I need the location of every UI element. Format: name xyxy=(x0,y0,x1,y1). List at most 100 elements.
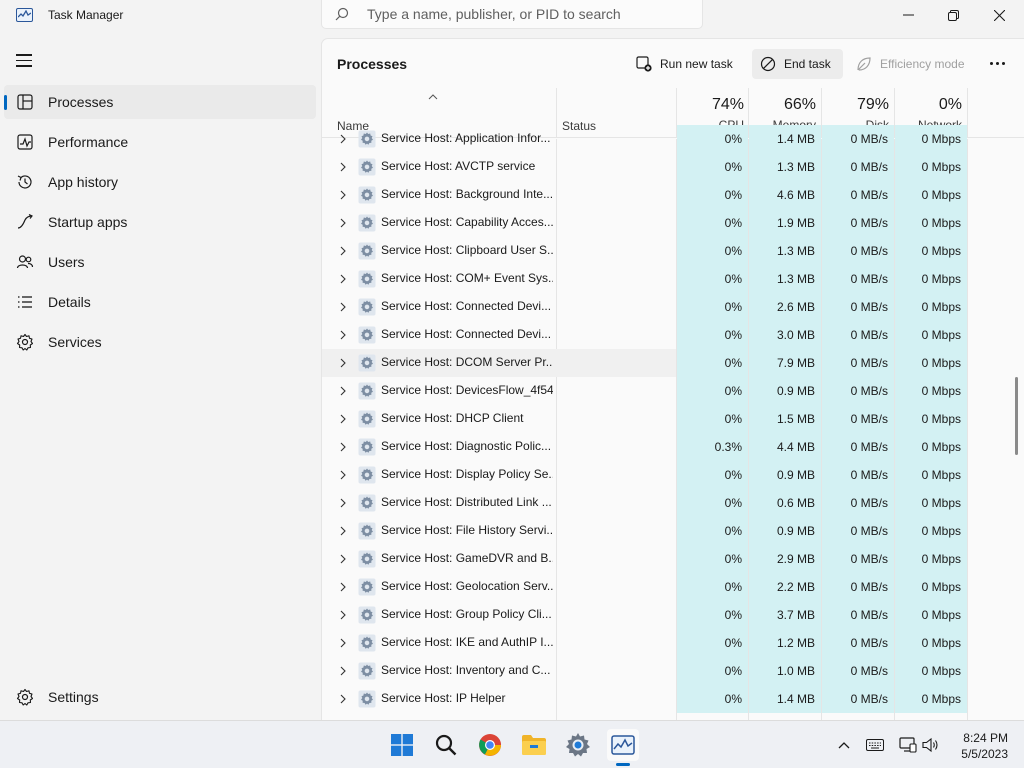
memory-cell: 1.9 MB xyxy=(749,209,821,237)
more-options-button[interactable] xyxy=(982,55,1012,71)
table-row[interactable]: Service Host: IKE and AuthIP I... 0% 1.2 M… xyxy=(322,629,1024,657)
table-row[interactable]: Service Host: Geolocation Serv... 0% 2.2 M… xyxy=(322,573,1024,601)
expand-chevron-icon[interactable] xyxy=(340,610,346,620)
network-cell: 0 Mbps xyxy=(895,657,967,685)
table-row[interactable]: Service Host: File History Servi... 0% 0.9… xyxy=(322,517,1024,545)
table-row[interactable]: Service Host: Group Policy Cli... 0% 3.7 M… xyxy=(322,601,1024,629)
expand-chevron-icon[interactable] xyxy=(340,162,346,172)
expand-chevron-icon[interactable] xyxy=(340,386,346,396)
sidebar-item-label: Performance xyxy=(48,134,129,150)
expand-chevron-icon[interactable] xyxy=(340,246,346,256)
system-clock[interactable]: 8:24 PM 5/5/2023 xyxy=(946,730,1008,762)
table-row[interactable]: Service Host: Diagnostic Polic... 0.3% 4.4… xyxy=(322,433,1024,461)
expand-chevron-icon[interactable] xyxy=(340,190,346,200)
app-history-icon xyxy=(17,175,32,189)
network-cell: 0 Mbps xyxy=(895,321,967,349)
memory-cell: 1.4 MB xyxy=(749,125,821,153)
volume-tray-button[interactable] xyxy=(922,736,940,754)
service-host-gear-icon xyxy=(358,410,376,428)
expand-chevron-icon[interactable] xyxy=(340,582,346,592)
chrome-taskbar-button[interactable] xyxy=(474,729,506,761)
expand-chevron-icon[interactable] xyxy=(340,134,346,144)
file-explorer-taskbar-button[interactable] xyxy=(518,729,550,761)
table-row[interactable]: Service Host: GameDVR and B... 0% 2.9 MB 0 … xyxy=(322,545,1024,573)
table-row[interactable]: Service Host: Connected Devi... 0% 3.0 MB 0… xyxy=(322,321,1024,349)
disk-cell: 0 MB/s xyxy=(822,573,894,601)
sidebar-item-startup-apps[interactable]: Startup apps xyxy=(4,205,316,239)
sidebar-item-users[interactable]: Users xyxy=(4,245,316,279)
table-row[interactable]: Service Host: COM+ Event Sys... 0% 1.3 MB 0… xyxy=(322,265,1024,293)
expand-chevron-icon[interactable] xyxy=(340,470,346,480)
expand-chevron-icon[interactable] xyxy=(340,666,346,676)
table-row[interactable]: Service Host: Application Infor... 0% 1.4 … xyxy=(322,125,1024,153)
disk-cell: 0 MB/s xyxy=(822,433,894,461)
search-box[interactable] xyxy=(321,0,703,29)
table-row[interactable]: Service Host: AVCTP service 0% 1.3 MB 0 MB/… xyxy=(322,153,1024,181)
end-task-icon xyxy=(760,56,776,72)
memory-percent[interactable]: 66% xyxy=(749,96,816,114)
memory-cell: 2.9 MB xyxy=(749,545,821,573)
end-task-button[interactable]: End task xyxy=(752,49,843,79)
expand-chevron-icon[interactable] xyxy=(340,498,346,508)
expand-chevron-icon[interactable] xyxy=(340,302,346,312)
efficiency-mode-button[interactable]: Efficiency mode xyxy=(852,49,969,79)
close-button[interactable] xyxy=(976,0,1022,30)
sidebar-item-performance[interactable]: Performance xyxy=(4,125,316,159)
vertical-scrollbar-thumb[interactable] xyxy=(1015,377,1018,455)
sidebar-item-services[interactable]: Services xyxy=(4,325,316,359)
restore-button[interactable] xyxy=(930,0,976,30)
expand-chevron-icon[interactable] xyxy=(340,638,346,648)
sidebar-item-details[interactable]: Details xyxy=(4,285,316,319)
expand-chevron-icon[interactable] xyxy=(340,330,346,340)
process-name: Service Host: Distributed Link ... xyxy=(381,495,552,509)
network-cell: 0 Mbps xyxy=(895,629,967,657)
process-name: Service Host: DevicesFlow_4f547 xyxy=(381,383,553,397)
sidebar-item-settings[interactable]: Settings xyxy=(4,680,316,714)
sort-up-icon[interactable] xyxy=(428,94,438,100)
startup-apps-icon xyxy=(17,213,33,229)
memory-cell: 2.6 MB xyxy=(749,293,821,321)
table-row[interactable]: Service Host: DCOM Server Pr... 0% 7.9 MB 0… xyxy=(322,349,1024,377)
disk-percent[interactable]: 79% xyxy=(822,96,889,114)
expand-chevron-icon[interactable] xyxy=(340,218,346,228)
search-input[interactable] xyxy=(367,5,687,23)
table-row[interactable]: Service Host: Clipboard User S... 0% 1.3 M… xyxy=(322,237,1024,265)
table-row[interactable]: Service Host: Capability Acces... 0% 1.9 M… xyxy=(322,209,1024,237)
hamburger-menu-button[interactable] xyxy=(16,54,32,68)
keyboard-tray-button[interactable] xyxy=(866,736,884,754)
sidebar-item-processes[interactable]: Processes xyxy=(4,85,316,119)
settings-taskbar-button[interactable] xyxy=(562,729,594,761)
network-percent[interactable]: 0% xyxy=(895,96,962,114)
minimize-button[interactable] xyxy=(885,0,931,30)
table-row[interactable]: Service Host: Inventory and C... 0% 1.0 MB… xyxy=(322,657,1024,685)
expand-chevron-icon[interactable] xyxy=(340,358,346,368)
sidebar-item-app-history[interactable]: App history xyxy=(4,165,316,199)
memory-cell: 4.4 MB xyxy=(749,433,821,461)
disk-cell: 0 MB/s xyxy=(822,377,894,405)
expand-chevron-icon[interactable] xyxy=(340,526,346,536)
memory-cell: 1.4 MB xyxy=(749,685,821,713)
start-button[interactable] xyxy=(386,729,418,761)
table-row[interactable]: Service Host: Display Policy Se... 0% 0.9 … xyxy=(322,461,1024,489)
run-new-task-button[interactable]: Run new task xyxy=(630,49,739,79)
table-row[interactable]: Service Host: IP Helper 0% 1.4 MB 0 MB/s 0 M… xyxy=(322,685,1024,713)
memory-cell: 0.9 MB xyxy=(749,517,821,545)
cpu-percent[interactable]: 74% xyxy=(677,96,744,114)
table-row[interactable]: Service Host: DevicesFlow_4f547 0% 0.9 MB 0… xyxy=(322,377,1024,405)
expand-chevron-icon[interactable] xyxy=(340,554,346,564)
expand-chevron-icon[interactable] xyxy=(340,442,346,452)
show-hidden-icons-button[interactable] xyxy=(835,736,853,754)
expand-chevron-icon[interactable] xyxy=(340,694,346,704)
display-tray-button[interactable] xyxy=(899,736,917,754)
table-row[interactable]: Service Host: Distributed Link ... 0% 0.6 … xyxy=(322,489,1024,517)
task-manager-taskbar-button[interactable] xyxy=(607,729,639,761)
minimize-icon xyxy=(902,14,914,16)
chrome-icon xyxy=(479,734,501,756)
expand-chevron-icon[interactable] xyxy=(340,414,346,424)
expand-chevron-icon[interactable] xyxy=(340,274,346,284)
table-row[interactable]: Service Host: Background Inte... 0% 4.6 MB… xyxy=(322,181,1024,209)
table-row[interactable]: Service Host: Connected Devi... 0% 2.6 MB 0… xyxy=(322,293,1024,321)
table-row[interactable]: Service Host: DHCP Client 0% 1.5 MB 0 MB/s 0… xyxy=(322,405,1024,433)
taskbar-search-button[interactable] xyxy=(430,729,462,761)
disk-cell: 0 MB/s xyxy=(822,265,894,293)
